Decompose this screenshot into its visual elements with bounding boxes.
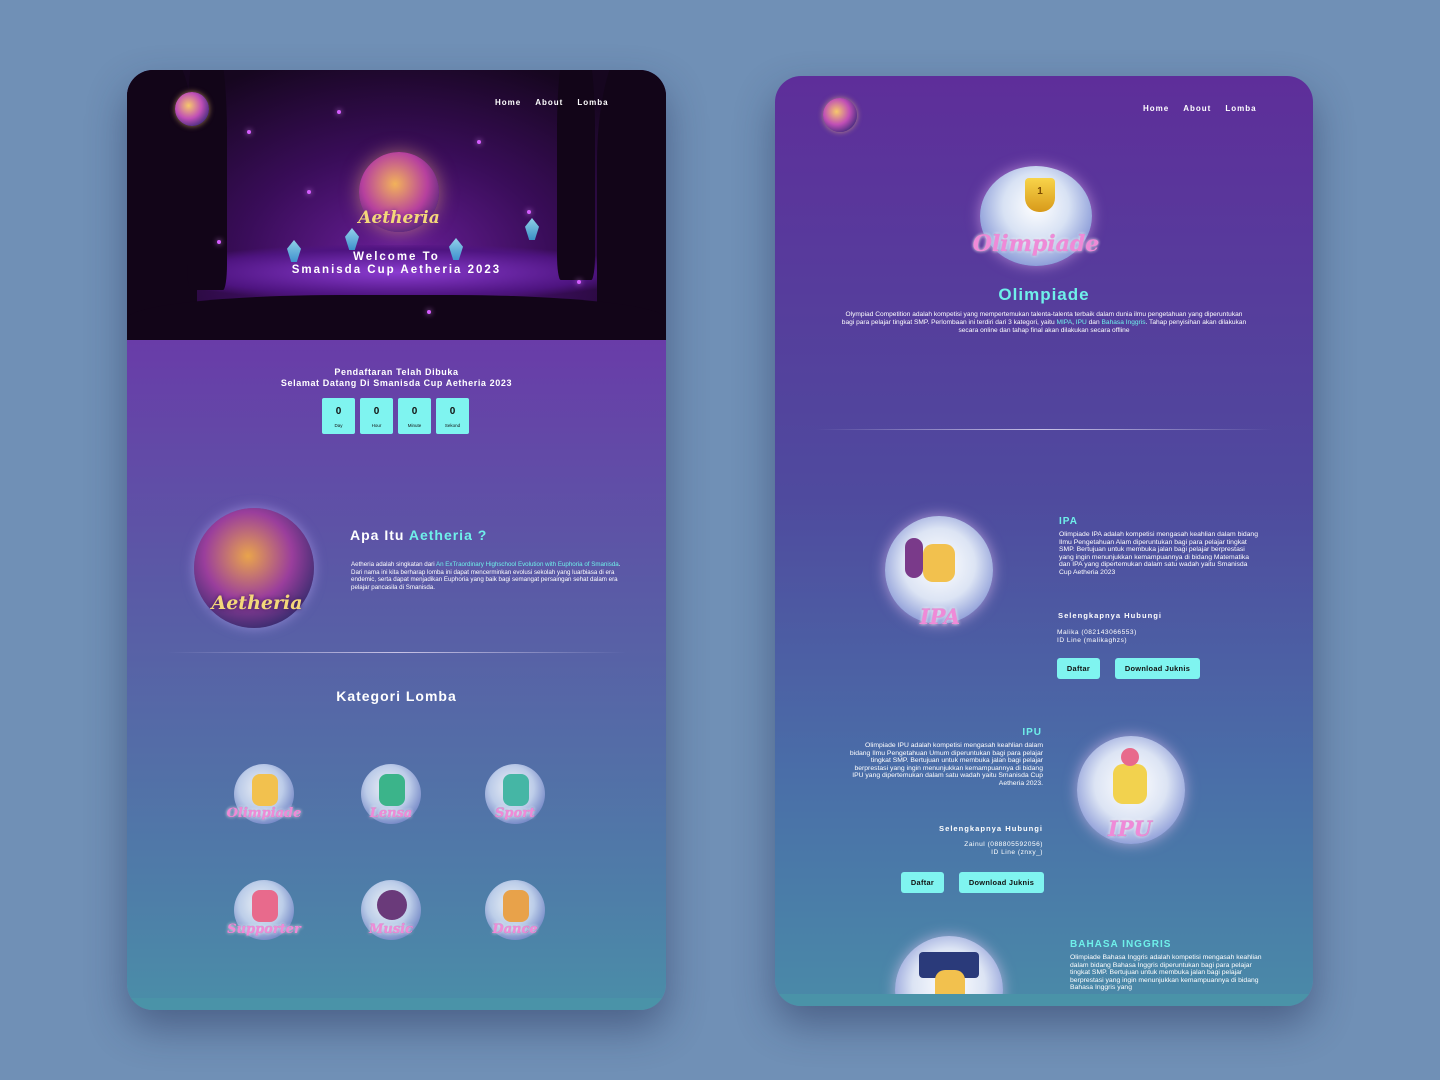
site-logo[interactable] [823,98,857,132]
kategori-music[interactable]: Music [355,876,427,948]
section-divider [167,652,627,653]
bahasa-inggris-title: BAHASA INGGRIS [1070,939,1172,950]
aetheria-mascot-text: Aetheria [211,592,303,614]
kategori-lensa[interactable]: Lensa [355,760,427,832]
countdown-hour: 0 Hour [360,398,393,434]
ipu-title: IPU [1022,727,1042,738]
registration-banner: Pendaftaran Telah Dibuka Selamat Datang … [280,367,513,388]
landing-page-mockup: Home About Lomba Aetheria Welcome To Sma… [127,70,666,1010]
olimpiade-art-text: Olimpiade [972,231,1100,257]
ipu-download-juknis-button[interactable]: Download Juknis [959,872,1044,893]
kategori-olimpiade[interactable]: Olimpiade [227,760,301,832]
ipa-description: Olimpiade IPA adalah kompetisi mengasah … [1059,531,1258,576]
countdown-timer: 0 Day 0 Hour 0 Minute 0 Sekond [322,398,469,434]
main-nav: Home About Lomba [495,98,609,107]
nav-home[interactable]: Home [1143,104,1169,113]
aetheria-emblem-text: Aetheria [358,208,440,228]
kategori-dance[interactable]: Dance [479,876,551,948]
ipu-contact: Zainul (088805592056) ID Line (znxy_) [964,841,1043,856]
countdown-day: 0 Day [322,398,355,434]
site-logo[interactable] [175,92,209,126]
ipu-daftar-button[interactable]: Daftar [901,872,944,893]
kategori-sport[interactable]: Sport [479,760,551,832]
main-nav: Home About Lomba [1143,104,1257,113]
ipa-contact-heading: Selengkapnya Hubungi [1058,611,1162,620]
about-description: Aetheria adalah singkatan dari An ExTrao… [351,561,621,591]
bahasa-inggris-description: Olimpiade Bahasa Inggris adalah kompetis… [1070,954,1262,992]
section-divider [815,429,1273,430]
about-title: Apa Itu Aetheria ? [350,527,488,543]
nav-lomba[interactable]: Lomba [577,98,608,107]
hero-title: Welcome To Smanisda Cup Aetheria 2023 [291,251,502,276]
kategori-title: Kategori Lomba [336,688,457,704]
ipu-contact-heading: Selengkapnya Hubungi [939,824,1043,833]
countdown-second: 0 Sekond [436,398,469,434]
nav-lomba[interactable]: Lomba [1225,104,1256,113]
nav-about[interactable]: About [535,98,563,107]
countdown-minute: 0 Minute [398,398,431,434]
olimpiade-title: Olimpiade [998,285,1090,304]
ipa-download-juknis-button[interactable]: Download Juknis [1115,658,1200,679]
ipa-daftar-button[interactable]: Daftar [1057,658,1100,679]
hero-section: Home About Lomba Aetheria Welcome To Sma… [127,70,666,340]
ipu-art-text: IPU [1108,816,1152,841]
nav-about[interactable]: About [1183,104,1211,113]
ipa-contact: Malika (082143066553) ID Line (malikaghz… [1057,629,1137,644]
ipu-description: Olimpiade IPU adalah kompetisi mengasah … [849,742,1043,787]
olimpiade-description: Olympiad Competition adalah kompetisi ya… [841,311,1247,334]
kategori-supporter[interactable]: Supporter [227,876,301,948]
ipa-title: IPA [1059,516,1078,527]
olimpiade-page-mockup: Home About Lomba 1 Olimpiade Olimpiade O… [775,76,1313,1006]
ipa-art-text: IPA [919,604,961,629]
nav-home[interactable]: Home [495,98,521,107]
